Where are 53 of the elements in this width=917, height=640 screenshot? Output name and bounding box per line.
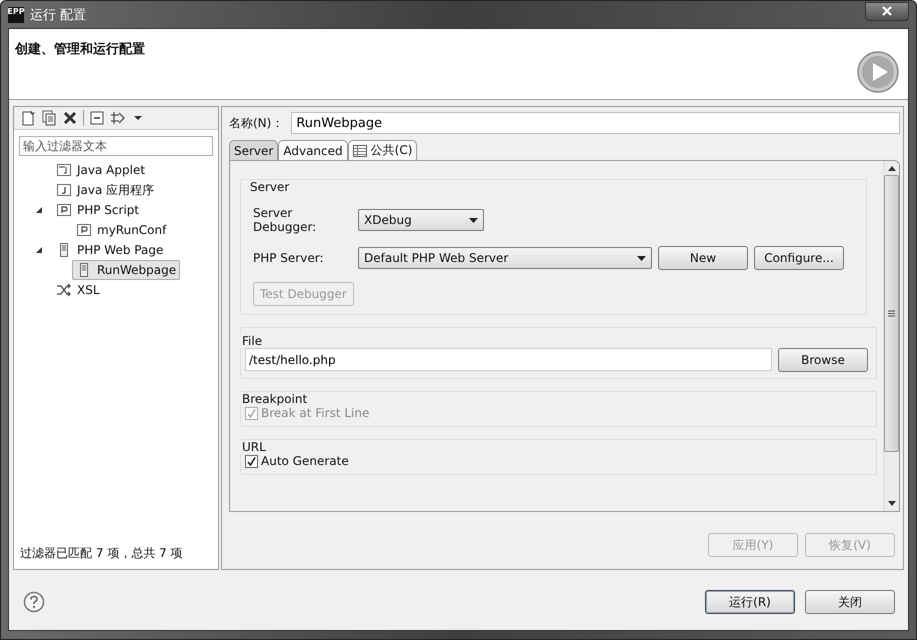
dropdown[interactable]: Default PHP Web Server [358,247,652,269]
header-title: 创建、管理和运行配置 [15,41,145,59]
launch-file-icon [56,182,72,198]
scroll-down-icon[interactable] [888,501,896,507]
server-label: PHP Server: [253,251,324,265]
name-label: 名称(N)： [229,114,284,132]
tab[interactable]: Server [229,140,278,160]
configure-button[interactable]: Configure... [754,246,844,270]
expanded-arrow-icon[interactable] [34,245,44,255]
launch-file-icon [76,222,92,238]
copy-icon[interactable] [41,110,57,126]
caret-icon [469,218,478,222]
delete-icon[interactable] [62,110,78,126]
dropdown[interactable]: XDebug [358,209,484,231]
checkmark-icon [246,408,257,418]
debugger-label: Server Debugger: [253,206,318,234]
run-icon [856,50,900,94]
tree-item[interactable]: XSL [52,280,104,300]
close-icon [881,6,893,16]
tree-item[interactable]: RunWebpage [72,260,180,280]
launch-file-icon [56,202,72,218]
vertical-scrollbar[interactable] [883,161,899,511]
file-path-field[interactable]: /test/hello.php [245,348,772,371]
checkbox[interactable]: Auto Generate [245,454,868,468]
tree-item[interactable]: Java Applet [52,160,150,180]
tab[interactable]: Advanced [278,140,348,160]
help-icon[interactable] [23,591,45,613]
new-icon[interactable] [20,110,36,126]
shuffle-icon [56,282,72,298]
close-dialog-button[interactable]: 关闭 [805,590,895,614]
name-field[interactable]: RunWebpage [291,112,900,134]
launch-file-icon [56,162,72,178]
filter-status-text: 过滤器已匹配 7 项，总共 7 项 [19,545,184,562]
scroll-thumb[interactable] [884,175,899,452]
tree-item[interactable]: Java 应用程序 [52,180,158,200]
tab[interactable]: 公共(C) [348,140,418,160]
browse-button[interactable]: Browse [778,348,868,372]
window-title: 运行 配置 [30,6,86,24]
checkmark-icon [246,456,257,466]
tree-item[interactable]: PHP Script [52,200,144,220]
group-title: URL [239,440,269,454]
close-button[interactable] [865,2,909,20]
scroll-up-icon[interactable] [888,165,896,171]
grip-icon [888,310,895,317]
tree-item[interactable]: PHP Web Page [52,240,168,260]
caret-icon [637,256,646,260]
tree-item[interactable]: myRunConf [72,220,170,240]
app-logo: EPP [8,6,24,22]
new-button[interactable]: New [658,246,748,270]
filter-field[interactable]: 输入过滤器文本 [19,136,213,156]
expanded-arrow-icon[interactable] [34,205,44,215]
run-button[interactable]: 运行(R) [705,590,795,614]
collapse-icon[interactable] [89,110,105,126]
